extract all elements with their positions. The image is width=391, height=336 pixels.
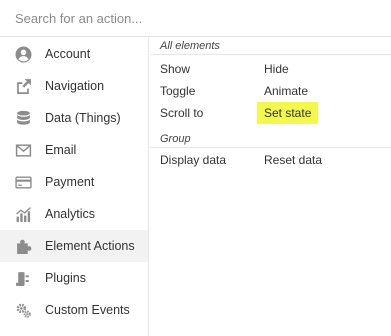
sidebar-item-analytics[interactable]: Analytics <box>0 198 148 230</box>
action-set-state[interactable]: Set state <box>257 102 319 124</box>
action-show[interactable]: Show <box>150 62 264 76</box>
sidebar-item-label: Navigation <box>45 79 105 93</box>
sidebar-item-label: Email <box>45 143 77 157</box>
action-row: Display data Reset data <box>150 149 391 171</box>
sidebar-item-custom-events[interactable]: Custom Events <box>0 294 148 326</box>
sidebar-item-data-things[interactable]: Data (Things) <box>0 102 148 134</box>
category-sidebar: Account Navigation Data (Things) Email P… <box>0 38 149 336</box>
actions-list: All elements Show Hide Toggle Animate Sc… <box>150 38 391 336</box>
action-row: Toggle Animate <box>150 80 391 102</box>
action-row: Show Hide <box>150 58 391 80</box>
action-scroll-to[interactable]: Scroll to <box>150 106 264 120</box>
sidebar-item-label: Data (Things) <box>45 111 121 125</box>
sidebar-item-account[interactable]: Account <box>0 38 148 70</box>
sidebar-item-label: Payment <box>45 175 95 189</box>
sidebar-item-plugins[interactable]: Plugins <box>0 262 148 294</box>
user-icon <box>14 45 32 63</box>
action-row: Scroll to Set state <box>150 102 391 124</box>
sidebar-item-label: Analytics <box>45 207 96 221</box>
sidebar-item-element-actions[interactable]: Element Actions <box>0 230 148 262</box>
action-reset-data[interactable]: Reset data <box>264 153 322 167</box>
sidebar-item-navigation[interactable]: Navigation <box>0 70 148 102</box>
plug-icon <box>14 269 32 287</box>
external-link-icon <box>14 77 32 95</box>
envelope-icon <box>14 141 32 159</box>
action-picker-panel: Account Navigation Data (Things) Email P… <box>0 0 391 336</box>
puzzle-icon <box>14 237 32 255</box>
sidebar-item-label: Custom Events <box>45 303 130 317</box>
section-header-all-elements: All elements <box>150 38 391 55</box>
search-bar <box>0 0 391 37</box>
action-hide[interactable]: Hide <box>264 62 289 76</box>
action-animate[interactable]: Animate <box>264 84 308 98</box>
sidebar-item-email[interactable]: Email <box>0 134 148 166</box>
gears-icon <box>14 301 32 319</box>
credit-card-icon <box>14 173 32 191</box>
chart-icon <box>14 205 32 223</box>
sidebar-item-payment[interactable]: Payment <box>0 166 148 198</box>
action-toggle[interactable]: Toggle <box>150 84 264 98</box>
section-header-group: Group <box>150 130 391 148</box>
sidebar-item-label: Element Actions <box>45 239 135 253</box>
search-input[interactable] <box>0 0 391 36</box>
sidebar-item-label: Account <box>45 47 91 61</box>
sidebar-item-label: Plugins <box>45 271 86 285</box>
action-display-data[interactable]: Display data <box>150 153 264 167</box>
database-icon <box>14 109 32 127</box>
